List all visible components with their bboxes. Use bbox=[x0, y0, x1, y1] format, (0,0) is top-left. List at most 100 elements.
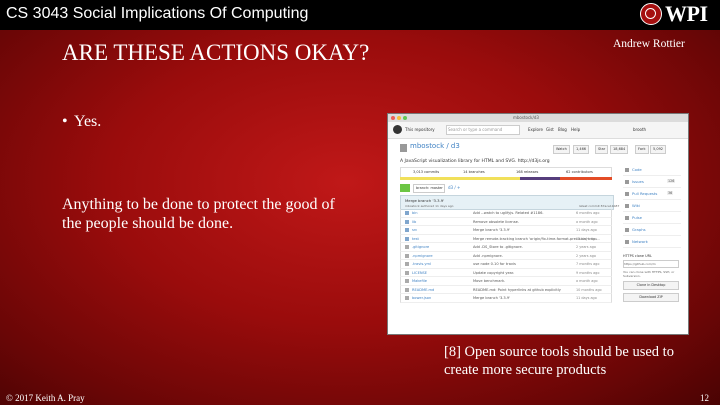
folder-icon bbox=[405, 236, 409, 241]
sidebar-label: Code bbox=[632, 167, 642, 172]
header-bar: CS 3043 Social Implications Of Computing… bbox=[0, 0, 720, 30]
language-bar bbox=[400, 177, 612, 180]
slide-title: ARE THESE ACTIONS OKAY? bbox=[62, 40, 370, 65]
file-name: LICENSE bbox=[412, 270, 428, 275]
file-row: test Merge remote-tracking branch 'origin… bbox=[400, 234, 612, 243]
sidebar-label: Graphs bbox=[632, 227, 646, 232]
file-name: test bbox=[412, 236, 419, 241]
search-placeholder: Search or type a command bbox=[448, 127, 503, 132]
sidebar-item: Code bbox=[623, 164, 681, 176]
file-message: Merge branch '3.3.9' bbox=[473, 228, 511, 232]
file-icon bbox=[405, 279, 409, 283]
commit-author: mbostock authored 11 days ago bbox=[405, 204, 454, 208]
watch-button: Watch bbox=[553, 145, 570, 154]
file-icon bbox=[405, 245, 409, 249]
file-name: src bbox=[412, 228, 418, 232]
sidebar-item: Pull Requests 36 bbox=[623, 188, 681, 200]
file-age: 2 years ago bbox=[576, 253, 596, 258]
file-icon bbox=[405, 262, 409, 266]
file-age: a month ago bbox=[576, 279, 598, 283]
clone-label: HTTPS clone URL bbox=[623, 254, 652, 258]
compare-icon bbox=[400, 184, 410, 192]
sidebar-icon bbox=[625, 204, 629, 208]
file-row: lib Remove obsolete license. a month ago bbox=[400, 217, 612, 226]
file-message: Move benchmark. bbox=[473, 279, 506, 283]
file-name: lib bbox=[412, 219, 417, 224]
file-row: src Merge branch '3.3.9' 11 days ago bbox=[400, 226, 612, 235]
sidebar-item: Graphs bbox=[623, 224, 681, 236]
sidebar-icon bbox=[625, 180, 629, 184]
file-name: .gitignore bbox=[412, 245, 430, 249]
path-breadcrumb: d3 / + bbox=[448, 185, 461, 190]
file-age: 10 months ago bbox=[576, 287, 602, 292]
file-age: 9 months ago bbox=[576, 270, 600, 275]
branch-select: branch: master bbox=[413, 184, 445, 193]
sidebar-label: Pull Requests bbox=[632, 191, 658, 196]
browser-url: mbostock/d3 bbox=[513, 115, 539, 120]
author-name: Andrew Rottier bbox=[613, 38, 685, 50]
sidebar-count: 126 bbox=[667, 179, 676, 183]
file-name: .npmignore bbox=[412, 253, 433, 258]
body-paragraph: Anything to be done to protect the good … bbox=[62, 196, 335, 232]
wpi-logo: WPI bbox=[640, 1, 716, 28]
bullet-marker: • bbox=[62, 113, 68, 130]
file-age: 6 months ago bbox=[576, 211, 600, 215]
file-row: bin Add --watch to uglifyjs. Related #118… bbox=[400, 209, 612, 218]
file-name: bin bbox=[412, 211, 418, 215]
file-message: Add --watch to uglifyjs. Related #1186. bbox=[473, 211, 544, 215]
file-name: README.md bbox=[412, 287, 435, 292]
file-row: Makefile Move benchmark. a month ago bbox=[400, 277, 612, 286]
download-zip-button: Download ZIP bbox=[623, 293, 679, 302]
file-message: Add .DS_Store to .gitignore. bbox=[473, 245, 523, 249]
file-age: 11 days ago bbox=[576, 296, 597, 300]
file-icon bbox=[405, 270, 409, 275]
sidebar-item: Network bbox=[623, 236, 681, 248]
repo-header: mbostock / d3 Watch 1,466 Star 18,684 Fo… bbox=[388, 139, 688, 157]
sidebar-icon bbox=[625, 216, 629, 220]
wpi-seal-icon bbox=[640, 3, 662, 25]
sidebar-item: Pulse bbox=[623, 212, 681, 224]
star-button: Star bbox=[595, 145, 609, 154]
file-message: Add .npmignore. bbox=[473, 253, 503, 258]
sidebar-item: Wiki bbox=[623, 200, 681, 212]
clone-panel: HTTPS clone URL https://github.com/m You… bbox=[623, 254, 681, 302]
bullet-item: • Yes. bbox=[62, 113, 101, 131]
page-number: 12 bbox=[700, 393, 709, 403]
commit-message: Merge branch '3.3.9' bbox=[405, 198, 445, 203]
wpi-logo-text: WPI bbox=[665, 1, 708, 26]
file-name: .travis.yml bbox=[412, 262, 431, 266]
branch-row: branch: master d3 / + bbox=[400, 184, 612, 193]
sidebar-label: Issues bbox=[632, 179, 644, 184]
folder-icon bbox=[405, 219, 409, 224]
file-message: use node 0.10 for travis bbox=[473, 262, 516, 266]
repo-sidebar: Code Issues 126 Pull Requests 36 Wiki Pulse Gra… bbox=[623, 164, 681, 248]
repo-icon bbox=[400, 144, 407, 152]
clone-url-input: https://github.com/m bbox=[623, 260, 679, 268]
sidebar-icon bbox=[625, 168, 629, 172]
course-title: CS 3043 Social Implications Of Computing bbox=[6, 5, 309, 22]
clone-note: You can clone with HTTPS, SSH, or Subver… bbox=[623, 270, 675, 278]
file-icon bbox=[405, 296, 409, 300]
file-row: LICENSE Update copyright year. 9 months ag… bbox=[400, 268, 612, 277]
sidebar-icon bbox=[625, 192, 629, 196]
sidebar-count: 36 bbox=[667, 191, 674, 195]
file-row: .travis.yml use node 0.10 for travis 7 mon… bbox=[400, 260, 612, 269]
sidebar-label: Network bbox=[632, 239, 648, 244]
github-topbar: This repository Search or type a command… bbox=[388, 122, 688, 139]
github-screenshot: mbostock/d3 This repository Search or ty… bbox=[388, 114, 688, 334]
file-message: Remove obsolete license. bbox=[473, 219, 519, 224]
user-name: brooth bbox=[633, 127, 647, 132]
file-row: .gitignore Add .DS_Store to .gitignore. 2 … bbox=[400, 243, 612, 252]
star-count: 18,684 bbox=[610, 145, 629, 154]
repo-description: A JavaScript visualization library for H… bbox=[400, 159, 550, 164]
file-name: bower.json bbox=[412, 296, 432, 300]
file-age: 2 years ago bbox=[576, 245, 596, 249]
folder-icon bbox=[405, 211, 409, 215]
file-row: README.md README.md: Point hyperlinks at … bbox=[400, 285, 612, 294]
nav-gist: Gist bbox=[546, 127, 554, 132]
clone-desktop-button: Clone in Desktop bbox=[623, 281, 679, 290]
sidebar-label: Wiki bbox=[632, 203, 640, 208]
nav-blog: Blog bbox=[558, 127, 567, 132]
sidebar-label: Pulse bbox=[632, 215, 642, 220]
browser-chrome: mbostock/d3 bbox=[388, 114, 688, 122]
